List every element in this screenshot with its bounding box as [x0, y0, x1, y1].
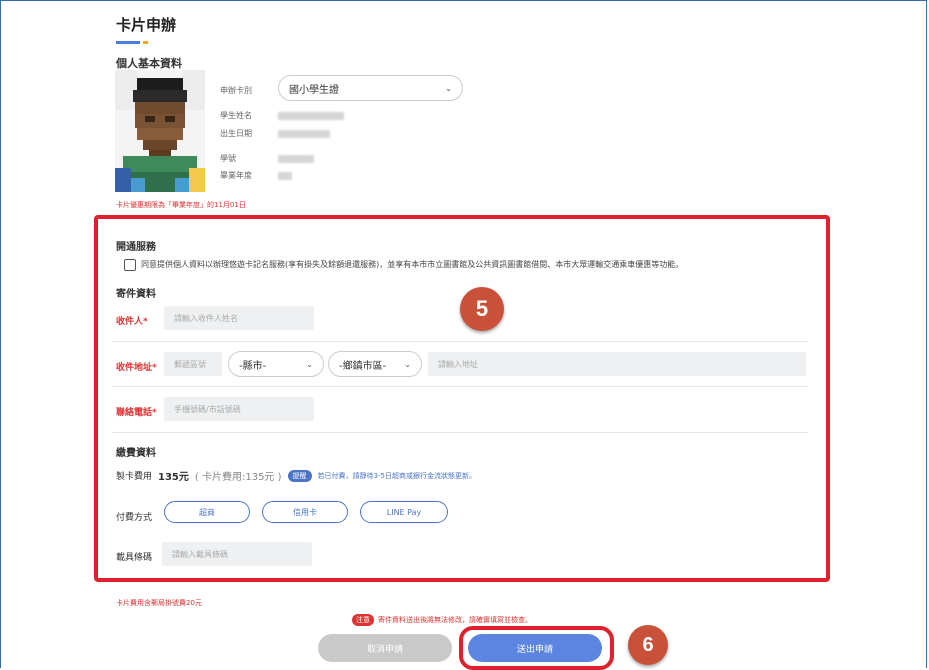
- required-mark: *: [152, 408, 157, 418]
- label-student-name: 學生姓名: [220, 111, 252, 120]
- address-label-text: 收件地址: [116, 363, 153, 373]
- label-birth-date: 出生日期: [220, 129, 252, 138]
- tip-text: 若已付費，請靜待3-5日超商或銀行金流狀態更新。: [317, 471, 476, 480]
- tip-badge: 提醒: [287, 469, 312, 482]
- label-student-no: 學號: [220, 154, 236, 163]
- address-input[interactable]: 請輸入地址: [428, 352, 806, 376]
- required-mark: *: [152, 363, 157, 373]
- notice-row: 注意 寄件資料送出後將無法修改，請確實填寫並檢查。: [352, 614, 532, 626]
- fee-label: 製卡費用: [116, 472, 153, 482]
- cancel-button[interactable]: 取消申請: [318, 634, 452, 662]
- label-card-type: 申辦卡別: [220, 86, 252, 95]
- pay-method-credit-card[interactable]: 信用卡: [262, 501, 348, 523]
- phone-label-text: 聯絡電話: [116, 408, 153, 418]
- grad-year-value-redacted: [278, 172, 292, 180]
- required-mark: *: [143, 317, 148, 327]
- student-photo: [115, 70, 205, 192]
- chevron-down-icon: ⌄: [445, 83, 452, 93]
- carrier-input[interactable]: 請輸入載具條碼: [162, 542, 312, 566]
- highlight-box-step6: [459, 626, 614, 670]
- address-label: 收件地址*: [116, 360, 157, 373]
- county-select[interactable]: -縣市- ⌄: [228, 351, 324, 377]
- divider: [112, 432, 808, 433]
- student-name-value-redacted: [278, 112, 344, 120]
- title-underline-dot: [143, 41, 148, 44]
- fee-value: 135元: [158, 472, 189, 483]
- divider: [112, 341, 808, 342]
- chevron-down-icon: ⌄: [404, 359, 411, 369]
- consent-text: 同意提供個人資料以辦理悠遊卡記名服務(享有掛失及餘額退還服務)，並享有本市市立圖…: [141, 260, 684, 269]
- recipient-input[interactable]: 請輸入收件人姓名: [164, 306, 314, 330]
- notice-text: 寄件資料送出後將無法修改，請確實填寫並檢查。: [378, 616, 532, 624]
- pay-method-convenience-store[interactable]: 超商: [164, 501, 250, 523]
- carrier-label: 載具條碼: [116, 553, 153, 563]
- step-5-badge: 5: [460, 287, 504, 331]
- method-label: 付費方式: [116, 513, 153, 523]
- phone-label: 聯絡電話*: [116, 405, 157, 418]
- label-grad-year: 畢業年度: [220, 171, 252, 180]
- page-title: 卡片申辦: [116, 16, 177, 34]
- mailing-heading: 寄件資料: [116, 289, 156, 300]
- fee-row: 製卡費用 135元 ( 卡片費用:135元 ) 提醒 若已付費，請靜待3-5日超…: [116, 468, 476, 483]
- district-select[interactable]: -鄉鎮市區- ⌄: [328, 351, 422, 377]
- district-value: -鄉鎮市區-: [339, 360, 387, 372]
- title-underline: [116, 41, 140, 44]
- payment-heading: 繳費資料: [116, 448, 156, 459]
- shipping-note: 卡片費用含郵局掛號費20元: [116, 599, 202, 607]
- pay-method-line-pay[interactable]: LINE Pay: [360, 501, 448, 523]
- card-type-select[interactable]: 國小學生證 ⌄: [278, 75, 463, 101]
- phone-input[interactable]: 手機號碼/市話號碼: [164, 397, 314, 421]
- county-value: -縣市-: [239, 360, 267, 372]
- student-no-value-redacted: [278, 155, 314, 163]
- card-type-value: 國小學生證: [289, 84, 339, 96]
- recipient-label: 收件人*: [116, 314, 148, 327]
- chevron-down-icon: ⌄: [306, 359, 313, 369]
- validity-note: 卡片優惠期限為「畢業年度」的11月01日: [116, 201, 246, 209]
- recipient-label-text: 收件人: [116, 317, 144, 327]
- fee-detail: ( 卡片費用:135元 ): [194, 472, 282, 483]
- section-basic-info: 個人基本資料: [116, 57, 182, 70]
- notice-badge: 注意: [352, 614, 374, 626]
- consent-checkbox[interactable]: [124, 259, 136, 271]
- birth-date-value-redacted: [278, 130, 330, 138]
- postal-code-input[interactable]: 郵遞區號: [164, 352, 222, 376]
- divider: [112, 386, 808, 387]
- service-heading: 開通服務: [116, 242, 156, 253]
- step-6-badge: 6: [628, 625, 668, 665]
